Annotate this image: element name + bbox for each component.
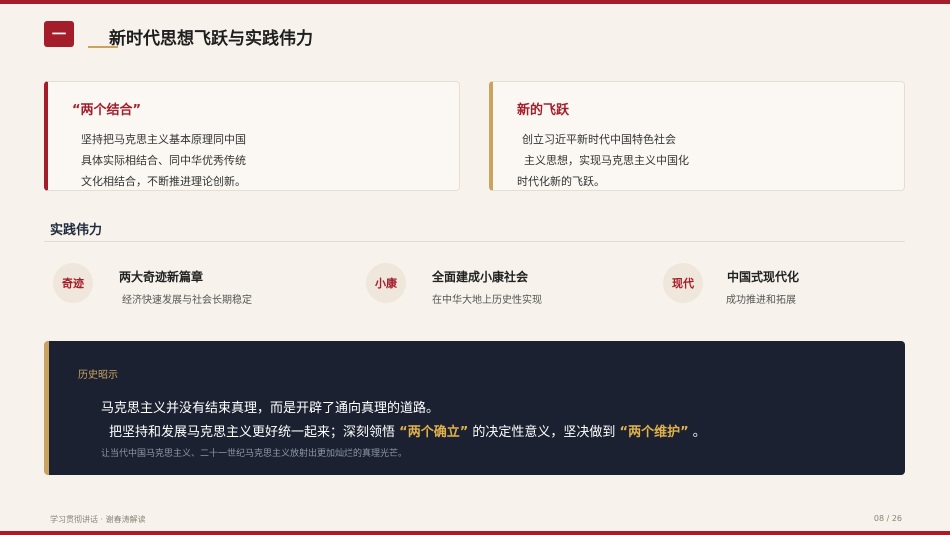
practice-divider [44, 241, 905, 242]
page-title: 新时代思想飞跃与实践伟力 [109, 29, 313, 49]
historical-insight-panel: 历史昭示 马克思主义并没有结束真理，而是开辟了通向真理的道路。 把坚持和发展马克… [44, 341, 905, 475]
section-number-badge: 一 [44, 21, 74, 47]
insight-text: 把坚持和发展马克思主义更好统一起来；深刻领悟 [109, 425, 396, 440]
card-text-line: 坚持把马克思主义基本原理同中国 [81, 133, 246, 146]
card-title: 新的飞跃 [517, 103, 570, 118]
achievement-title: 中国式现代化 [727, 270, 800, 284]
insight-line-3: 让当代中国马克思主义、二十一世纪马克思主义放射出更加灿烂的真理光芒。 [101, 449, 408, 459]
practice-heading: 实践伟力 [50, 223, 103, 238]
bottom-accent-bar [0, 531, 950, 535]
highlight-two-establishments: “两个确立” [399, 425, 469, 440]
achievement-desc: 在中华大地上历史性实现 [432, 295, 542, 306]
top-accent-bar [0, 0, 950, 4]
insight-label: 历史昭示 [78, 370, 118, 381]
insight-text: 的决定性意义，坚决做到 [472, 425, 616, 440]
achievement-badge: 现代 [663, 263, 703, 303]
card-title: “两个结合” [72, 103, 142, 118]
achievement-title: 全面建成小康社会 [432, 270, 529, 284]
card-text-line: 创立习近平新时代中国特色社会 [522, 133, 676, 146]
achievement-badge: 奇迹 [53, 263, 93, 303]
card-text-line: 时代化新的飞跃。 [517, 175, 605, 188]
achievement-desc: 经济快速发展与社会长期稳定 [122, 295, 252, 306]
highlight-two-safeguards: “两个维护” [619, 425, 689, 440]
insight-line-2: 把坚持和发展马克思主义更好统一起来；深刻领悟 “两个确立” 的决定性意义，坚决做… [109, 421, 706, 440]
card-text-line: 具体实际相结合、同中华优秀传统 [81, 154, 246, 167]
achievement-badge: 小康 [366, 263, 406, 303]
card-new-leap: 新的飞跃 创立习近平新时代中国特色社会 主义思想，实现马克思主义中国化 时代化新… [489, 81, 905, 191]
achievement-title: 两大奇迹新篇章 [119, 270, 204, 284]
insight-text: 。 [692, 425, 706, 440]
card-text-line: 主义思想，实现马克思主义中国化 [524, 154, 689, 167]
footer-source: 学习贯彻讲话 · 谢春涛解读 [50, 515, 146, 524]
page-number: 08 / 26 [873, 514, 902, 523]
card-text-line: 文化相结合，不断推进理论创新。 [81, 175, 246, 188]
achievement-desc: 成功推进和拓展 [726, 295, 796, 306]
card-two-combinations: “两个结合” 坚持把马克思主义基本原理同中国 具体实际相结合、同中华优秀传统 文… [44, 81, 460, 191]
insight-line-1: 马克思主义并没有结束真理，而是开辟了通向真理的道路。 [101, 401, 440, 416]
